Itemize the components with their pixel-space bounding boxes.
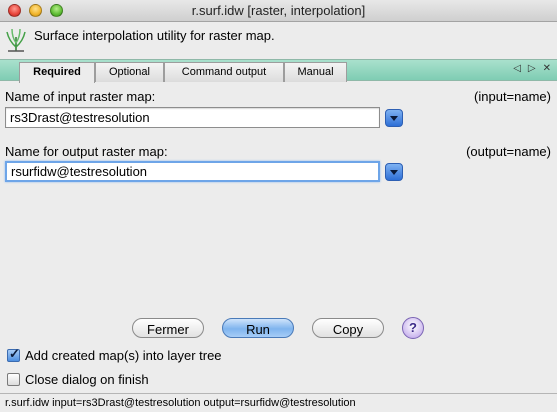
- tab-navigation: ◁ ▷ ✕: [513, 63, 551, 74]
- tab-prev-icon[interactable]: ◁: [513, 63, 521, 74]
- input-map-dropdown-icon[interactable]: [385, 109, 403, 127]
- command-preview: r.surf.idw input=rs3Drast@testresolution…: [5, 397, 356, 409]
- tab-optional[interactable]: Optional: [95, 62, 164, 82]
- grass-module-icon: [6, 28, 26, 52]
- output-map-label: Name for output raster map:: [5, 144, 168, 159]
- close-button[interactable]: Fermer: [132, 318, 204, 338]
- run-button[interactable]: Run: [222, 318, 294, 338]
- module-description: Surface interpolation utility for raster…: [34, 28, 275, 43]
- checkmark-icon: ✓: [9, 346, 20, 361]
- input-map-field[interactable]: [5, 107, 380, 128]
- input-map-label: Name of input raster map:: [5, 89, 156, 104]
- help-button[interactable]: ?: [402, 317, 424, 339]
- tab-next-icon[interactable]: ▷: [528, 63, 536, 74]
- close-on-finish-checkbox[interactable]: [7, 373, 20, 386]
- close-on-finish-label: Close dialog on finish: [25, 372, 149, 387]
- tab-required[interactable]: Required: [19, 62, 95, 83]
- window-titlebar: r.surf.idw [raster, interpolation]: [0, 0, 557, 22]
- tab-bar: Required Optional Command output Manual …: [0, 59, 557, 83]
- module-header: Surface interpolation utility for raster…: [0, 23, 557, 58]
- add-to-layer-tree-checkbox[interactable]: ✓: [7, 346, 20, 362]
- window-title: r.surf.idw [raster, interpolation]: [191, 3, 366, 18]
- output-map-dropdown-icon[interactable]: [385, 163, 403, 181]
- tab-manual[interactable]: Manual: [284, 62, 347, 82]
- output-param-label: (output=name): [466, 144, 551, 159]
- output-map-field[interactable]: [5, 161, 380, 182]
- command-status-bar: r.surf.idw input=rs3Drast@testresolution…: [0, 393, 557, 412]
- input-param-label: (input=name): [474, 89, 551, 104]
- tab-command-output[interactable]: Command output: [164, 62, 284, 82]
- copy-button[interactable]: Copy: [312, 318, 384, 338]
- tab-close-icon[interactable]: ✕: [543, 63, 551, 74]
- add-to-layer-tree-label: Add created map(s) into layer tree: [25, 348, 222, 363]
